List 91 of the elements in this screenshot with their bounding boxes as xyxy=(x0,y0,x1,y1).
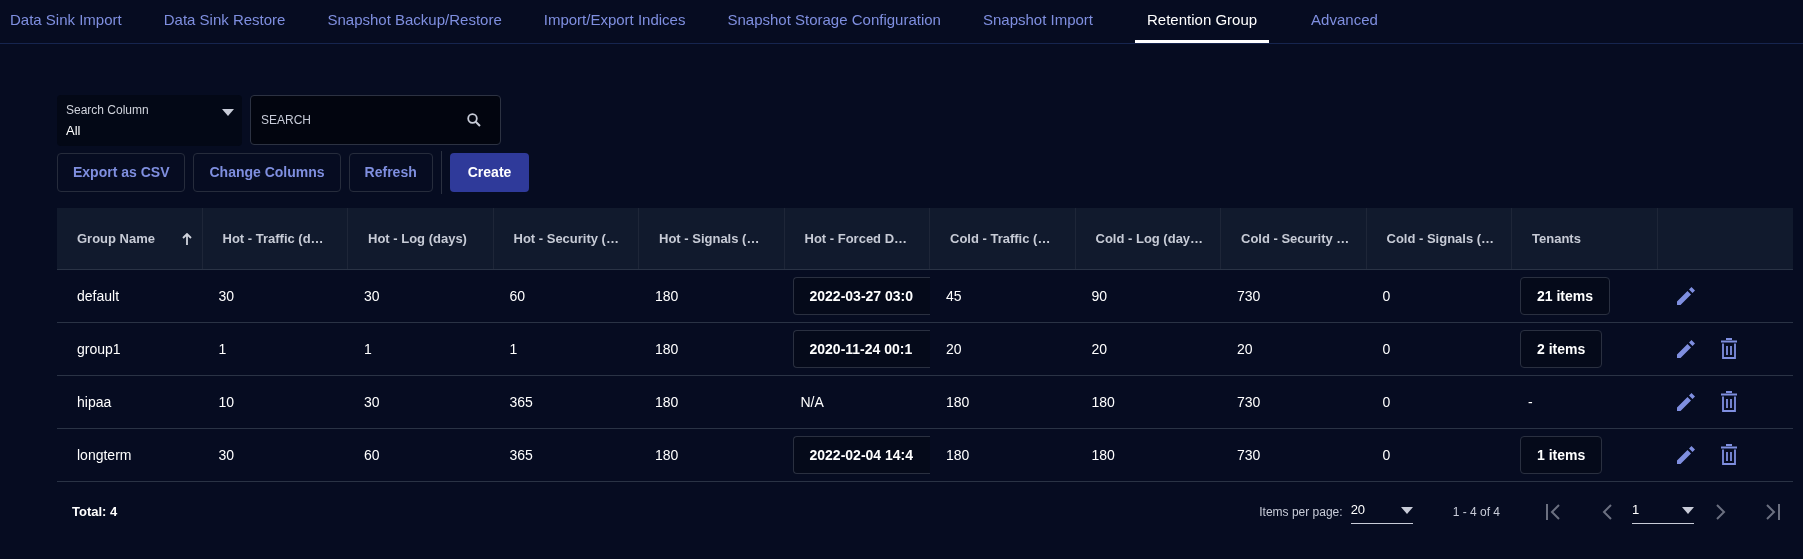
table-cell-text: 0 xyxy=(1381,339,1391,359)
table-cell-text: 30 xyxy=(217,445,235,465)
select-value: All xyxy=(66,122,81,140)
items-per-page-label: Items per page: xyxy=(1259,504,1343,521)
toolbar-button[interactable]: Export as CSV xyxy=(57,153,186,192)
total-count: Total: 4 xyxy=(71,503,118,522)
tab[interactable]: Snapshot Import xyxy=(982,0,1093,43)
tab[interactable]: Snapshot Backup/Restore xyxy=(327,0,502,43)
table-cell-text: 730 xyxy=(1236,286,1261,306)
table-cell-text: 180 xyxy=(654,339,679,359)
table-cell-text: 365 xyxy=(508,445,533,465)
table-cell-text: 180 xyxy=(654,445,679,465)
column-header[interactable]: Hot - Forced D… xyxy=(804,228,908,249)
first-page-icon[interactable] xyxy=(1545,503,1562,521)
items-per-page-select[interactable]: 20 xyxy=(1350,500,1413,524)
table-cell-text: 180 xyxy=(1090,445,1115,465)
delete-icon[interactable] xyxy=(1719,391,1738,413)
table-cell-text: 1 xyxy=(508,339,518,359)
table-cell-text: 0 xyxy=(1381,445,1391,465)
date-value: 2020-11-24 00:1 xyxy=(809,339,913,359)
table-cell-text: 0 xyxy=(1381,286,1391,306)
select-label: Search Column xyxy=(66,102,149,119)
next-page-icon[interactable] xyxy=(1716,503,1726,521)
tab[interactable]: Import/Export Indices xyxy=(543,0,686,43)
table-cell-text: - xyxy=(1527,392,1533,412)
column-header[interactable]: Cold - Traffic (… xyxy=(950,228,1051,249)
table-cell-text: 10 xyxy=(217,392,235,412)
edit-icon[interactable] xyxy=(1675,445,1696,465)
tab[interactable]: Advanced xyxy=(1311,0,1378,43)
column-header[interactable]: Cold - Security … xyxy=(1241,228,1350,249)
table-cell-text: 90 xyxy=(1090,286,1108,306)
edit-icon[interactable] xyxy=(1675,392,1696,412)
column-header[interactable]: Hot - Log (days) xyxy=(368,228,467,249)
delete-icon[interactable] xyxy=(1719,444,1738,466)
edit-icon[interactable] xyxy=(1675,339,1696,359)
dropdown-caret-icon xyxy=(222,109,234,116)
column-header[interactable]: Hot - Signals (… xyxy=(659,228,760,249)
dropdown-caret-icon xyxy=(1400,506,1413,514)
table-cell-text: 30 xyxy=(363,392,380,412)
tab[interactable]: Retention Group xyxy=(1135,0,1270,43)
date-value: 2022-02-04 14:4 xyxy=(809,445,914,465)
table-cell-text: default xyxy=(76,286,120,306)
table-cell-text: 30 xyxy=(363,286,380,306)
toolbar-button[interactable]: Refresh xyxy=(348,153,433,192)
tab[interactable]: Data Sink Import xyxy=(10,0,122,43)
table-cell-text: 180 xyxy=(945,392,970,412)
column-header[interactable]: Tenants xyxy=(1532,228,1581,249)
delete-icon[interactable] xyxy=(1719,338,1738,360)
column-header[interactable]: Hot - Security (… xyxy=(513,228,619,249)
previous-page-icon[interactable] xyxy=(1602,503,1612,521)
tenants-chip[interactable]: 2 items xyxy=(1520,330,1603,368)
column-header[interactable]: Hot - Traffic (d… xyxy=(222,228,324,249)
table-cell-text: 45 xyxy=(945,286,962,306)
search-column-select[interactable]: Search Column All xyxy=(57,95,242,146)
table-cell-text: 365 xyxy=(508,392,533,412)
column-header[interactable]: Cold - Log (day… xyxy=(1095,228,1204,249)
toolbar-button[interactable]: Change Columns xyxy=(193,153,341,192)
table-cell-text: 180 xyxy=(654,392,679,412)
table-cell-text: 730 xyxy=(1236,445,1261,465)
column-header[interactable]: Cold - Signals (… xyxy=(1386,228,1495,249)
search-field[interactable]: SEARCH xyxy=(250,95,501,145)
table-cell-text: 180 xyxy=(654,286,679,306)
table-cell-text: 20 xyxy=(1236,339,1253,359)
table-cell-text: 0 xyxy=(1381,392,1391,412)
table-cell-text: group1 xyxy=(76,339,121,359)
table-cell-text: 180 xyxy=(945,445,970,465)
tab[interactable]: Snapshot Storage Configuration xyxy=(727,0,941,43)
date-value: 2022-03-27 03:0 xyxy=(809,286,914,306)
edit-icon[interactable] xyxy=(1675,286,1696,306)
dropdown-caret-icon xyxy=(1682,506,1694,514)
table-cell-text: 30 xyxy=(217,286,235,306)
table-cell-text: N/A xyxy=(799,392,824,412)
create-button[interactable]: Create xyxy=(449,153,530,192)
last-page-icon[interactable] xyxy=(1764,503,1781,521)
page-range: 1 - 4 of 4 xyxy=(1452,504,1500,521)
search-icon xyxy=(467,113,481,127)
table-cell-text: 20 xyxy=(1090,339,1108,359)
table-cell-text: 730 xyxy=(1236,392,1261,412)
column-header[interactable]: Group Name xyxy=(77,228,155,249)
table-cell-text: 20 xyxy=(945,339,962,359)
tenants-chip[interactable]: 21 items xyxy=(1520,277,1611,315)
table-cell-text: 60 xyxy=(508,286,526,306)
table-cell-text: 60 xyxy=(363,445,380,465)
tenants-chip[interactable]: 1 items xyxy=(1520,436,1603,474)
table-cell-text: longterm xyxy=(76,445,132,465)
table-cell-text: 1 xyxy=(217,339,227,359)
table-cell-text: 180 xyxy=(1090,392,1115,412)
page-select[interactable]: 1 xyxy=(1632,500,1694,524)
table-cell-text: 1 xyxy=(363,339,372,359)
table-cell-text: hipaa xyxy=(76,392,112,412)
tab[interactable]: Data Sink Restore xyxy=(163,0,286,43)
